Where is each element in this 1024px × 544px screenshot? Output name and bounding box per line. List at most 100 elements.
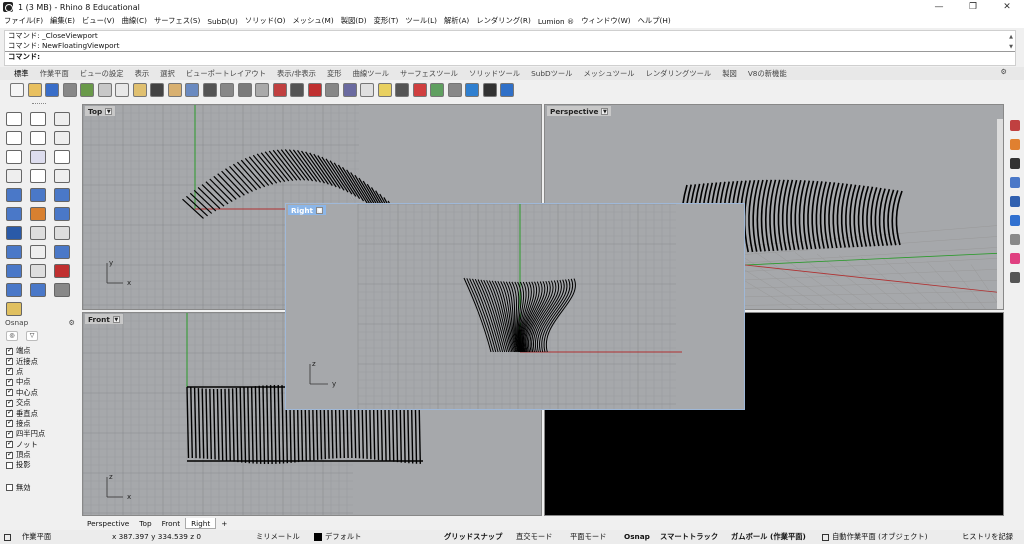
toolbar-tab[interactable]: ビューの設定 [80, 69, 124, 79]
undo-icon[interactable] [150, 83, 164, 97]
grid-color-icon[interactable] [1010, 253, 1020, 264]
curve-icon[interactable] [6, 131, 22, 145]
save-icon[interactable] [45, 83, 59, 97]
osnap-checkbox[interactable] [6, 398, 13, 407]
menu-item[interactable]: 解析(A) [444, 16, 469, 26]
osnap-checkbox[interactable] [6, 366, 13, 376]
osnap-checkbox[interactable] [6, 450, 13, 459]
status-gumball[interactable]: ガムボール (作業平面) [731, 531, 806, 543]
lock-icon[interactable] [395, 83, 409, 97]
status-layer[interactable]: デフォルト [314, 531, 361, 543]
toolbar-tab[interactable]: 作業平面 [40, 69, 69, 79]
sphere-icon[interactable] [54, 207, 70, 221]
print-icon[interactable] [62, 83, 77, 97]
extend-icon[interactable] [30, 169, 46, 183]
viewport-menu-icon[interactable]: ▼ [601, 107, 609, 115]
close-button[interactable]: ✕ [990, 0, 1024, 14]
four-view-icon[interactable] [290, 83, 304, 97]
light-icon[interactable] [377, 83, 392, 97]
restore-button[interactable]: ❐ [956, 0, 990, 14]
help-icon[interactable] [500, 83, 514, 97]
perspective-scrollbar[interactable] [997, 119, 1003, 309]
tile-icon[interactable] [1010, 234, 1020, 245]
osnap-item[interactable]: 接点 [2, 418, 78, 429]
menu-item[interactable]: ヘルプ(H) [638, 16, 671, 26]
zoom-selected-icon[interactable] [255, 83, 269, 97]
loft-icon[interactable] [54, 188, 70, 202]
offset-icon[interactable] [54, 169, 70, 183]
toolbar-tab[interactable]: 変形 [327, 69, 342, 79]
osnap-item[interactable]: 中点 [2, 377, 78, 387]
status-cplane[interactable]: 作業平面 [22, 531, 51, 543]
menu-item[interactable]: Lumion ® [538, 17, 574, 26]
menu-item[interactable]: 曲線(C) [122, 16, 147, 26]
point-icon[interactable] [30, 112, 46, 126]
osnap-item[interactable]: ノット [2, 439, 78, 450]
menu-item[interactable]: 変形(T) [374, 16, 399, 26]
status-planar[interactable]: 平面モード [570, 531, 606, 543]
viewport-tab[interactable]: Perspective [82, 518, 134, 529]
block-icon[interactable] [6, 264, 22, 278]
copy-icon[interactable] [115, 83, 129, 97]
toolbar-tab[interactable]: 標準 [14, 69, 29, 79]
osnap-checkbox[interactable] [6, 461, 13, 469]
globe-icon[interactable] [465, 83, 479, 97]
import-icon[interactable] [80, 83, 94, 97]
osnap-checkbox[interactable] [6, 377, 13, 386]
viewport-label-top[interactable]: Top ▼ [85, 106, 116, 116]
status-osnap[interactable]: Osnap [624, 531, 650, 543]
menu-item[interactable]: ビュー(V) [82, 16, 115, 26]
cplane-icon[interactable] [4, 531, 14, 543]
split-icon[interactable] [54, 226, 70, 240]
menu-item[interactable]: 製図(D) [341, 16, 367, 26]
wire-icon[interactable] [342, 83, 357, 97]
zoom-extents-icon[interactable] [237, 83, 252, 97]
analyze-icon[interactable] [54, 283, 70, 297]
cut-icon[interactable] [97, 83, 112, 97]
auto-cplane-checkbox[interactable] [822, 533, 829, 541]
toolbar-tab[interactable]: SubDツール [531, 69, 572, 79]
menu-item[interactable]: 編集(E) [50, 16, 75, 26]
menu-item[interactable]: ソリッド(O) [245, 16, 286, 26]
material-icon[interactable] [430, 83, 444, 97]
toolbar-tab[interactable]: 製図 [722, 69, 737, 79]
render-icon[interactable] [6, 302, 22, 316]
fillet-curve-icon[interactable] [6, 169, 22, 183]
monitor-icon[interactable] [1010, 158, 1020, 169]
osnap-item[interactable]: 頂点 [2, 450, 78, 460]
minimize-button[interactable]: — [922, 0, 956, 14]
filter-tab-icon[interactable]: ▽ [26, 331, 38, 341]
menu-item[interactable]: ツール(L) [405, 16, 437, 26]
array-icon[interactable] [54, 245, 70, 259]
osnap-checkbox[interactable] [6, 429, 13, 438]
cylinder-icon[interactable] [30, 207, 46, 221]
osnap-disable[interactable]: 無効 [2, 483, 78, 493]
zoom-window-icon[interactable] [220, 83, 234, 97]
osnap-item[interactable]: 中心点 [2, 387, 78, 398]
toolbar-tab[interactable]: 曲線ツール [353, 69, 389, 79]
surface-icon[interactable] [6, 188, 22, 202]
osnap-item[interactable]: 四半円点 [2, 429, 78, 439]
osnap-item[interactable]: 垂直点 [2, 408, 78, 418]
camera-icon[interactable] [325, 83, 339, 97]
osnap-tab-icon[interactable]: ◎ [6, 331, 18, 341]
toolbar-tab[interactable]: サーフェスツール [400, 69, 458, 79]
pan-icon[interactable] [167, 83, 182, 97]
group-icon[interactable] [30, 264, 46, 278]
layer-icon[interactable] [54, 264, 70, 278]
paste-icon[interactable] [132, 83, 147, 97]
bell-icon[interactable] [1010, 215, 1020, 226]
menu-item[interactable]: レンダリング(R) [476, 16, 531, 26]
tab-settings-icon[interactable]: ⚙ [1000, 67, 1007, 76]
menu-item[interactable]: SubD(U) [207, 17, 238, 26]
box-icon[interactable] [6, 207, 22, 221]
osnap-item[interactable]: 交点 [2, 398, 78, 408]
rotate-view-icon[interactable] [185, 83, 199, 97]
osnap-item[interactable]: 点 [2, 366, 78, 377]
paint-icon[interactable] [412, 83, 427, 97]
polygon-icon[interactable] [54, 150, 70, 164]
status-grid-snap[interactable]: グリッドスナップ [444, 531, 502, 543]
osnap-checkbox[interactable] [6, 356, 13, 366]
toolbar-tab[interactable]: メッシュツール [583, 69, 634, 79]
toolbar-tab[interactable]: 表示/非表示 [277, 69, 316, 79]
